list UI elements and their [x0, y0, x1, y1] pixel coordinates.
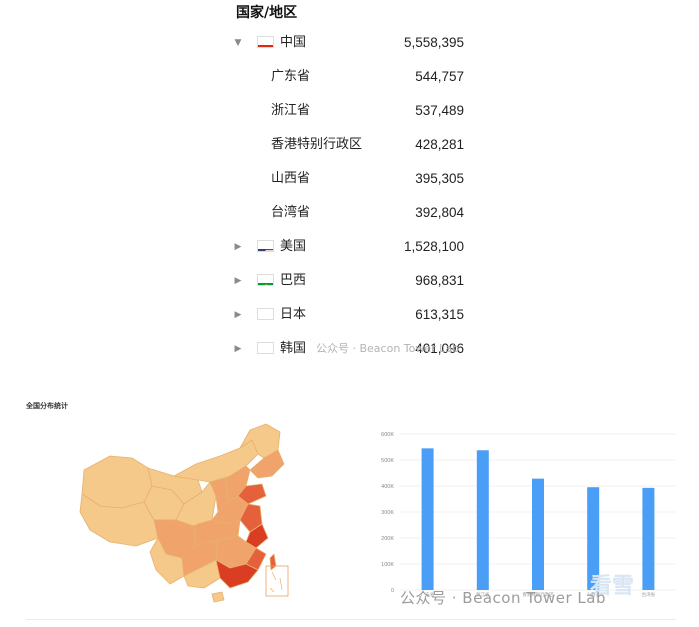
row-value: 613,315 — [415, 307, 464, 322]
row-value: 428,281 — [415, 137, 464, 152]
y-tick-label: 200K — [381, 536, 394, 542]
row-name: 中国 — [280, 35, 307, 50]
china-choropleth-map — [79, 423, 289, 603]
caret-right-icon[interactable]: ▶ — [232, 298, 244, 332]
row-name: 浙江省 — [271, 103, 311, 118]
row-name: 美国 — [280, 239, 307, 254]
row-value: 392,804 — [415, 205, 464, 220]
row-value: 537,489 — [415, 103, 464, 118]
tree-row-guangdong[interactable]: 广东省 544,757 — [228, 60, 478, 94]
row-name: 山西省 — [271, 171, 311, 186]
map-region — [211, 591, 225, 603]
bar — [642, 487, 655, 590]
map-region — [81, 455, 153, 509]
tree-row-china[interactable]: ▼ 中国 5,558,395 — [228, 26, 478, 60]
region-tree-table: 国家/地区 ▼ 中国 5,558,395 广东省 544,757 浙江省 537… — [228, 0, 478, 366]
tree-row-japan[interactable]: ▶ 日本 613,315 — [228, 298, 478, 332]
watermark-bottom: 公众号 · Beacon Tower Lab — [400, 589, 607, 607]
row-name: 日本 — [280, 307, 307, 322]
y-tick-label: 0 — [391, 588, 394, 594]
row-name: 巴西 — [280, 273, 307, 288]
south-china-sea-inset — [265, 565, 289, 597]
tree-row-hongkong[interactable]: 香港特别行政区 428,281 — [228, 128, 478, 162]
china-flag-icon — [257, 36, 274, 48]
tree-row-usa[interactable]: ▶ 美国 1,528,100 — [228, 230, 478, 264]
tree-row-zhejiang[interactable]: 浙江省 537,489 — [228, 94, 478, 128]
caret-down-icon[interactable]: ▼ — [232, 26, 244, 60]
y-tick-label: 500K — [381, 458, 394, 464]
y-tick-label: 400K — [381, 484, 394, 490]
caret-right-icon[interactable]: ▶ — [232, 230, 244, 264]
map-title: 全国分布统计 — [26, 402, 68, 410]
row-name: 广东省 — [271, 69, 311, 84]
bar — [476, 450, 489, 590]
map-region — [269, 553, 277, 571]
row-value: 968,831 — [415, 273, 464, 288]
japan-flag-icon — [257, 308, 274, 320]
row-name: 韩国 — [280, 341, 307, 356]
row-name: 香港特别行政区 — [271, 137, 363, 152]
column-header-region: 国家/地区 — [236, 5, 298, 21]
usa-flag-icon — [257, 240, 274, 252]
caret-right-icon[interactable]: ▶ — [232, 332, 244, 366]
row-name: 台湾省 — [271, 205, 311, 220]
korea-flag-icon — [257, 342, 274, 354]
bar — [532, 478, 544, 590]
watermark-top: 公众号 · Beacon Tower Lab — [316, 342, 460, 355]
y-tick-label: 600K — [381, 432, 394, 438]
tree-row-shanxi[interactable]: 山西省 395,305 — [228, 162, 478, 196]
caret-right-icon[interactable]: ▶ — [232, 264, 244, 298]
divider — [26, 619, 676, 620]
tree-row-brazil[interactable]: ▶ 巴西 968,831 — [228, 264, 478, 298]
brazil-flag-icon — [257, 274, 274, 286]
bar — [421, 448, 434, 590]
row-value: 395,305 — [415, 171, 464, 186]
row-value: 5,558,395 — [403, 35, 464, 50]
row-value: 1,528,100 — [403, 239, 464, 254]
row-value: 544,757 — [415, 69, 464, 84]
y-tick-label: 100K — [381, 562, 394, 568]
tree-row-taiwan[interactable]: 台湾省 392,804 — [228, 196, 478, 230]
x-tick-label: 台湾省 — [642, 591, 656, 597]
y-tick-label: 300K — [381, 510, 394, 516]
